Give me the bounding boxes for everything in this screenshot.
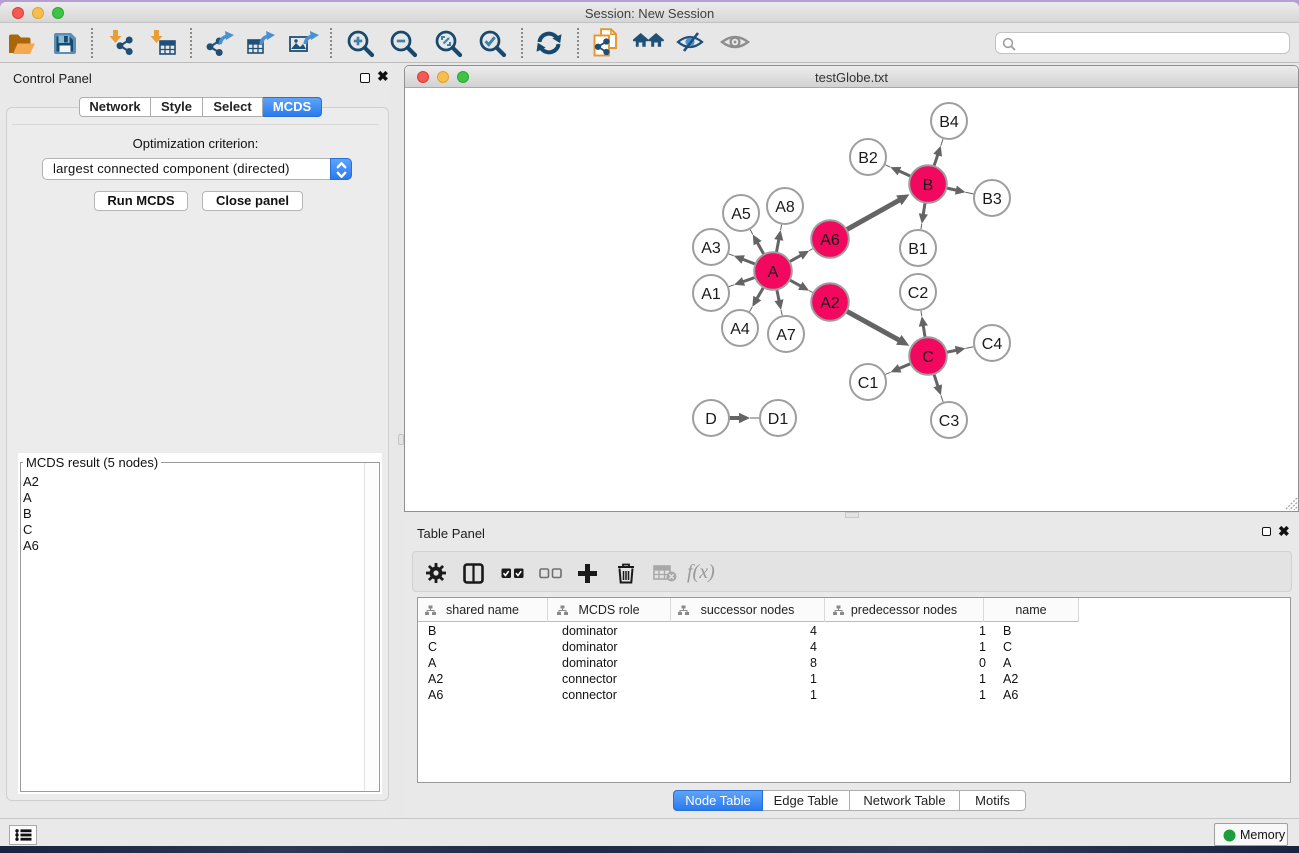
svg-text:D1: D1 bbox=[768, 411, 789, 428]
svg-text:C1: C1 bbox=[858, 375, 879, 392]
svg-text:A8: A8 bbox=[775, 199, 795, 216]
svg-text:C4: C4 bbox=[982, 336, 1003, 353]
svg-text:A3: A3 bbox=[701, 240, 721, 257]
svg-text:A1: A1 bbox=[701, 286, 721, 303]
svg-text:A5: A5 bbox=[731, 206, 751, 223]
svg-text:B: B bbox=[923, 177, 934, 194]
svg-text:A7: A7 bbox=[776, 327, 796, 344]
svg-text:B3: B3 bbox=[982, 191, 1002, 208]
svg-text:A4: A4 bbox=[730, 321, 750, 338]
svg-text:C3: C3 bbox=[939, 413, 960, 430]
svg-text:B4: B4 bbox=[939, 114, 959, 131]
svg-text:B2: B2 bbox=[858, 150, 878, 167]
svg-text:B1: B1 bbox=[908, 241, 928, 258]
svg-text:A6: A6 bbox=[820, 232, 840, 249]
svg-text:C2: C2 bbox=[908, 285, 929, 302]
svg-text:D: D bbox=[705, 411, 717, 428]
svg-text:C: C bbox=[922, 349, 934, 366]
svg-text:A: A bbox=[768, 264, 779, 281]
svg-text:A2: A2 bbox=[820, 295, 840, 312]
